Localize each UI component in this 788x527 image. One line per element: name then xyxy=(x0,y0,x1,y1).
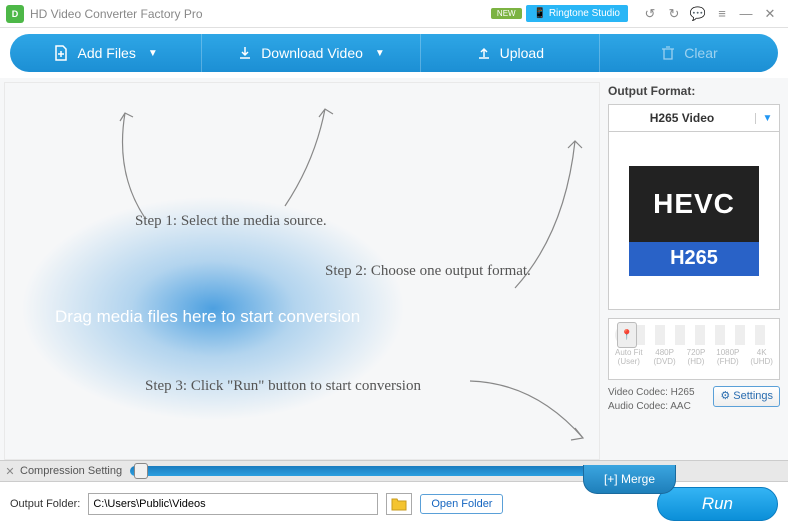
ringtone-studio-button[interactable]: 📱 Ringtone Studio xyxy=(526,5,628,22)
add-file-icon xyxy=(53,45,69,61)
drop-canvas[interactable]: Step 1: Select the media source. Step 2:… xyxy=(4,82,600,460)
drag-hint-text: Drag media files here to start conversio… xyxy=(55,307,360,327)
hevc-badge: HEVC H265 xyxy=(629,166,759,276)
folder-icon xyxy=(391,497,407,511)
hevc-top-text: HEVC xyxy=(629,166,759,242)
quality-thumb[interactable]: 📍 xyxy=(617,322,637,348)
output-format-value: H265 Video xyxy=(609,111,755,125)
compression-thumb[interactable] xyxy=(134,463,148,479)
toolbar: Add Files ▼ Download Video ▼ Upload Clea… xyxy=(0,28,788,78)
step-1-text: Step 1: Select the media source. xyxy=(135,213,327,230)
arrow-1-icon xyxy=(85,103,165,223)
output-folder-input[interactable] xyxy=(88,493,378,515)
speech-icon[interactable]: 💬 xyxy=(686,4,710,24)
hevc-bottom-text: H265 xyxy=(629,242,759,276)
open-folder-button[interactable]: Open Folder xyxy=(420,494,503,514)
chevron-down-icon: ▼ xyxy=(148,48,158,59)
compression-slider[interactable] xyxy=(130,466,588,476)
output-folder-label: Output Folder: xyxy=(10,498,80,510)
format-preview[interactable]: HEVC H265 xyxy=(608,132,780,310)
titlebar: D HD Video Converter Factory Pro NEW 📱 R… xyxy=(0,0,788,28)
compression-close-icon[interactable]: ✕ xyxy=(0,465,20,478)
add-files-label: Add Files xyxy=(77,45,135,61)
settings-button[interactable]: ⚙ Settings xyxy=(713,386,780,407)
trash-icon xyxy=(660,45,676,61)
step-3-text: Step 3: Click "Run" button to start conv… xyxy=(145,378,421,395)
ringtone-label: Ringtone Studio xyxy=(549,8,620,19)
redo-icon[interactable]: ↻ xyxy=(662,4,686,24)
compression-label: Compression Setting xyxy=(20,465,130,477)
arrow-4-icon xyxy=(465,373,595,453)
upload-button[interactable]: Upload xyxy=(421,34,600,72)
download-icon xyxy=(237,45,253,61)
undo-icon[interactable]: ↺ xyxy=(638,4,662,24)
app-logo: D xyxy=(6,5,24,23)
minimize-icon[interactable]: — xyxy=(734,4,758,24)
quality-slider[interactable]: 📍 Auto Fit(User) 480P(DVD) 720P(HD) 1080… xyxy=(608,318,780,380)
quality-labels: Auto Fit(User) 480P(DVD) 720P(HD) 1080P(… xyxy=(613,349,775,367)
download-video-button[interactable]: Download Video ▼ xyxy=(202,34,421,72)
browse-folder-button[interactable] xyxy=(386,493,412,515)
download-video-label: Download Video xyxy=(261,45,363,61)
close-icon[interactable]: ✕ xyxy=(758,4,782,24)
settings-label: Settings xyxy=(733,389,773,404)
upload-icon xyxy=(476,45,492,61)
output-format-label: Output Format: xyxy=(608,84,780,98)
clear-button[interactable]: Clear xyxy=(600,34,778,72)
merge-button[interactable]: [+] Merge xyxy=(583,465,676,494)
chevron-down-icon: ▼ xyxy=(755,113,779,124)
menu-icon[interactable]: ≡ xyxy=(710,4,734,24)
run-button[interactable]: Run xyxy=(657,487,778,521)
codec-info: ⚙ Settings Video Codec: H265 Audio Codec… xyxy=(608,386,780,414)
side-panel: Output Format: H265 Video ▼ HEVC H265 📍 … xyxy=(600,78,788,460)
new-badge: NEW xyxy=(491,8,522,19)
upload-label: Upload xyxy=(500,45,544,61)
arrow-2-icon xyxy=(275,101,355,211)
main-area: Step 1: Select the media source. Step 2:… xyxy=(0,78,788,460)
clear-label: Clear xyxy=(684,45,717,61)
chevron-down-icon: ▼ xyxy=(375,48,385,59)
output-format-dropdown[interactable]: H265 Video ▼ xyxy=(608,104,780,132)
app-title: HD Video Converter Factory Pro xyxy=(30,7,491,21)
footer: Output Folder: Open Folder Run [+] Merge xyxy=(0,482,788,526)
step-2-text: Step 2: Choose one output format. xyxy=(325,263,531,280)
add-files-button[interactable]: Add Files ▼ xyxy=(10,34,202,72)
quality-track[interactable]: 📍 xyxy=(615,325,773,345)
